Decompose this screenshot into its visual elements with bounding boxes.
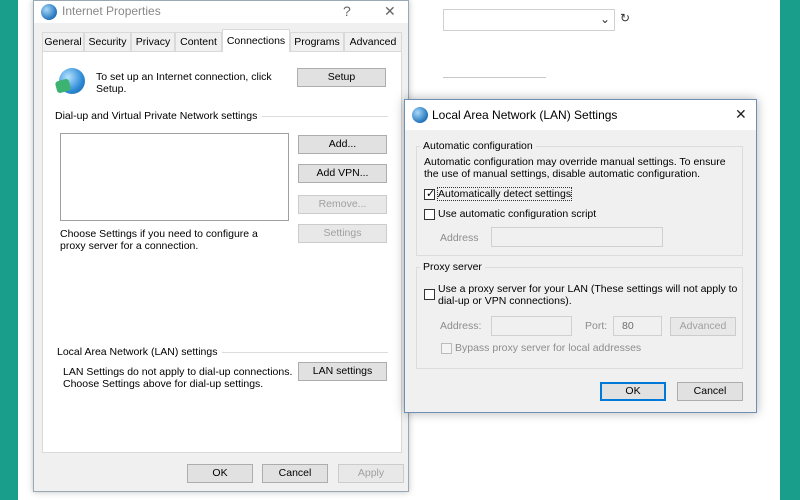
refresh-icon[interactable]: ↻ bbox=[620, 11, 630, 25]
port-field[interactable]: 80 bbox=[613, 316, 662, 336]
proxy-settings-text: Choose Settings if you need to configure… bbox=[60, 228, 258, 252]
use-script-checkbox[interactable] bbox=[424, 209, 435, 220]
add-button[interactable]: Add... bbox=[298, 135, 387, 154]
auto-detect-checkbox[interactable]: ✓ bbox=[424, 188, 436, 200]
ok-button[interactable]: OK bbox=[187, 464, 253, 483]
apply-button[interactable]: Apply bbox=[338, 464, 404, 483]
lan-text: LAN Settings do not apply to dial-up con… bbox=[63, 366, 293, 390]
settings-button[interactable]: Settings bbox=[298, 224, 387, 243]
help-button[interactable]: ? bbox=[343, 3, 351, 19]
advanced-button[interactable]: Advanced bbox=[670, 317, 736, 336]
cancel-button[interactable]: Cancel bbox=[677, 382, 743, 401]
address-label: Address bbox=[440, 232, 479, 244]
tab-general[interactable]: General bbox=[42, 32, 84, 51]
globe-icon bbox=[41, 4, 57, 20]
tab-security[interactable]: Security bbox=[84, 32, 131, 51]
connections-list[interactable] bbox=[60, 133, 289, 221]
add-vpn-button[interactable]: Add VPN... bbox=[298, 164, 387, 183]
use-proxy-label[interactable]: Use a proxy server for your LAN (These s… bbox=[438, 283, 738, 307]
close-button[interactable]: ✕ bbox=[384, 3, 396, 20]
proxy-address-field[interactable] bbox=[491, 316, 572, 336]
connections-panel: To set up an Internet connection, click … bbox=[42, 51, 402, 453]
script-address-field[interactable] bbox=[491, 227, 663, 247]
bypass-checkbox[interactable] bbox=[441, 343, 452, 354]
close-button[interactable]: ✕ bbox=[735, 106, 747, 123]
proxy-server-title: Proxy server bbox=[420, 261, 485, 273]
checkmark-icon: ✓ bbox=[426, 188, 436, 200]
network-globe-icon bbox=[59, 68, 85, 94]
tab-privacy[interactable]: Privacy bbox=[131, 32, 175, 51]
use-script-label[interactable]: Use automatic configuration script bbox=[438, 208, 596, 220]
lan-section-title: Local Area Network (LAN) settings bbox=[57, 346, 223, 358]
auto-config-title: Automatic configuration bbox=[420, 140, 536, 152]
chevron-down-icon[interactable]: ⌄ bbox=[600, 12, 610, 26]
internet-properties-window: Internet Properties ? ✕ General Security… bbox=[33, 0, 409, 492]
setup-text: To set up an Internet connection, click … bbox=[96, 71, 272, 95]
proxy-address-label: Address: bbox=[440, 320, 482, 332]
remove-button[interactable]: Remove... bbox=[298, 195, 387, 214]
dialup-section-title: Dial-up and Virtual Private Network sett… bbox=[55, 110, 263, 122]
bypass-label[interactable]: Bypass proxy server for local addresses bbox=[455, 342, 641, 354]
address-bar[interactable] bbox=[443, 9, 615, 31]
ok-button[interactable]: OK bbox=[600, 382, 666, 401]
window-title: Internet Properties bbox=[62, 4, 161, 18]
tab-connections[interactable]: Connections bbox=[222, 29, 290, 52]
divider bbox=[443, 77, 546, 78]
tab-content[interactable]: Content bbox=[175, 32, 222, 51]
tab-programs[interactable]: Programs bbox=[290, 32, 344, 51]
title-bar: Internet Properties ? ✕ bbox=[34, 1, 408, 23]
lan-settings-button[interactable]: LAN settings bbox=[298, 362, 387, 381]
port-label: Port: bbox=[585, 320, 608, 332]
lan-settings-window: Local Area Network (LAN) Settings ✕ Auto… bbox=[404, 99, 757, 413]
tab-advanced[interactable]: Advanced bbox=[344, 32, 402, 51]
use-proxy-checkbox[interactable] bbox=[424, 289, 435, 300]
auto-detect-label[interactable]: Automatically detect settings bbox=[436, 187, 573, 201]
auto-config-description: Automatic configuration may override man… bbox=[424, 156, 726, 180]
cancel-button[interactable]: Cancel bbox=[262, 464, 328, 483]
globe-icon bbox=[412, 107, 428, 123]
window-title: Local Area Network (LAN) Settings bbox=[432, 108, 618, 122]
setup-button[interactable]: Setup bbox=[297, 68, 386, 87]
title-bar: Local Area Network (LAN) Settings ✕ bbox=[405, 100, 756, 130]
